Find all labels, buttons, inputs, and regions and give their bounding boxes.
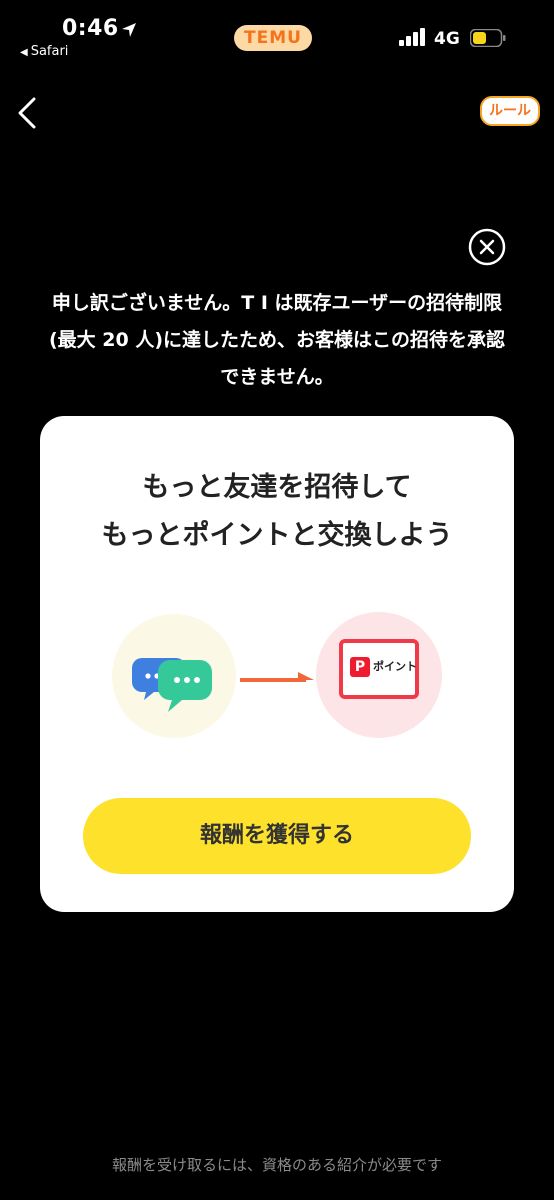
- points-card-label: ポイント: [373, 660, 417, 673]
- get-reward-button[interactable]: 報酬を獲得する: [83, 798, 471, 874]
- back-app-label: Safari: [30, 44, 69, 59]
- card-title-line: もっとポイントと交換しよう: [101, 520, 453, 551]
- close-circle-icon[interactable]: [468, 228, 506, 266]
- status-time: 0:46: [62, 16, 119, 41]
- network-type: 4G: [434, 29, 460, 49]
- footer-note: 報酬を受け取るには、資格のある紹介が必要です: [111, 1156, 442, 1174]
- back-triangle-icon: ◀: [20, 47, 28, 58]
- chevron-left-icon[interactable]: [14, 96, 40, 130]
- message-line: (最大 20 人)に達したため、お客様はこの招待を承認: [48, 329, 506, 351]
- card-title: もっと友達を招待して もっとポイントと交換しよう: [40, 464, 514, 560]
- app-badge: TEMU: [234, 25, 312, 51]
- right-arrow-icon: [240, 672, 314, 682]
- battery-icon: [470, 29, 506, 47]
- signal-bars-icon: [399, 28, 425, 46]
- rules-button[interactable]: ルール: [480, 96, 540, 126]
- location-arrow-icon: [122, 23, 136, 37]
- card-title-line: もっと友達を招待して: [142, 472, 412, 503]
- message-line: できません。: [220, 366, 334, 388]
- status-bar: 0:46 ◀ Safari TEMU 4G: [0, 0, 554, 70]
- points-illustration: P ポイント: [316, 612, 442, 738]
- points-card: P ポイント: [339, 639, 419, 699]
- chat-bubbles-icon: [132, 658, 212, 712]
- error-message: 申し訳ございません。T I は既存ユーザーの招待制限 (最大 20 人)に達した…: [20, 285, 534, 396]
- chat-illustration: [112, 614, 236, 738]
- message-line: 申し訳ございません。T I は既存ユーザーの招待制限: [51, 292, 503, 314]
- back-to-app-link[interactable]: ◀ Safari: [20, 44, 68, 59]
- invite-card: もっと友達を招待して もっとポイントと交換しよう P ポイント 報酬を獲得する: [40, 416, 514, 912]
- paypay-logo-icon: P: [350, 657, 370, 677]
